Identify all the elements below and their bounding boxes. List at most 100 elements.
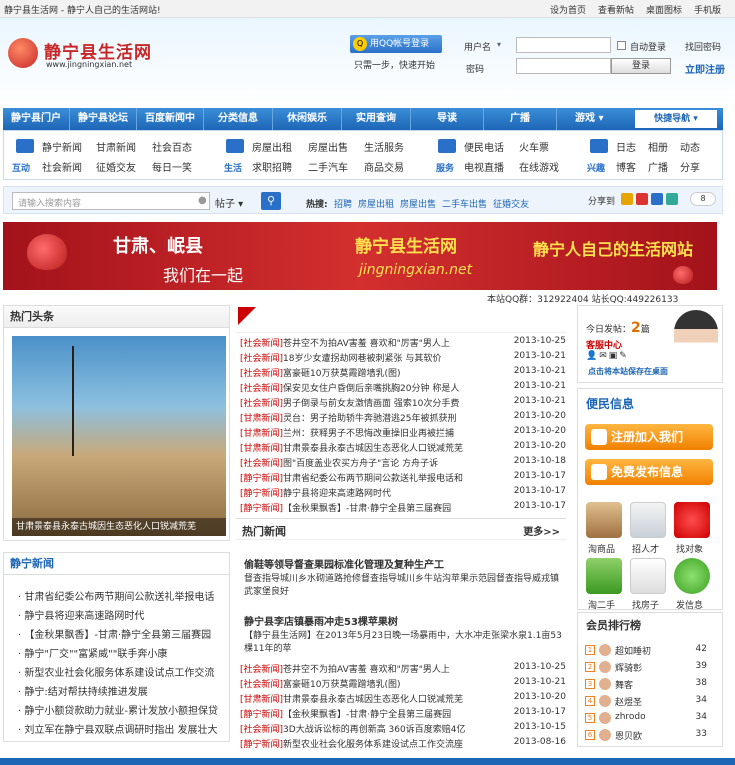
- subnav-blog[interactable]: 博客: [616, 159, 636, 174]
- tile-label[interactable]: 淘二手: [588, 598, 615, 611]
- news-title[interactable]: 富豪砸10万获莫霞蹭墙乳(图): [283, 369, 400, 379]
- avatar[interactable]: [599, 695, 611, 707]
- news-row[interactable]: [社会新闻]富豪砸10万获莫霞蹭墙乳(图) 2013-10-21: [240, 677, 566, 692]
- desktop-icon-link[interactable]: 桌面图标: [646, 3, 682, 16]
- jn-news-item[interactable]: 静宁县将迎来高速路网时代: [24, 611, 144, 622]
- hot-search-item[interactable]: 招聘: [334, 197, 352, 210]
- news-row[interactable]: [静宁新闻]【金秋果飘香】-甘肃·静宁全县第三届赛园 2013-10-17: [240, 501, 566, 516]
- house-icon[interactable]: [630, 558, 666, 594]
- subnav-games[interactable]: 在线游戏: [519, 159, 559, 174]
- avatar[interactable]: [599, 661, 611, 673]
- jn-news-item[interactable]: 刘立军在静宁县双联点调研时指出 发展壮大: [24, 725, 217, 736]
- news-row[interactable]: [社会新闻]苍井空不为拍AV害羞 喜欢和"厉害"男人上 2013-10-25: [240, 662, 566, 677]
- chevron-down-icon[interactable]: ▾: [497, 40, 501, 49]
- news-title[interactable]: 甘肃省纪委公布两节期间公款送礼举报电话和: [283, 474, 463, 484]
- share-weibo-icon[interactable]: [636, 193, 648, 205]
- nav-broadcast[interactable]: 广播: [484, 108, 557, 130]
- tile-label[interactable]: 淘商品: [588, 542, 615, 555]
- news-category-tag[interactable]: [社会新闻]: [240, 680, 283, 690]
- member-name[interactable]: 恩贝欧: [615, 729, 642, 742]
- member-name[interactable]: 赵煜圣: [615, 695, 642, 708]
- chat-bubble-icon[interactable]: [674, 558, 710, 594]
- nav-query[interactable]: 实用查询: [342, 108, 411, 130]
- news-title[interactable]: 甘肃景泰县永泰古城因生态恶化人口锐减荒芜: [283, 695, 463, 705]
- news-category-tag[interactable]: [社会新闻]: [240, 725, 283, 735]
- avatar[interactable]: [599, 678, 611, 690]
- news-category-tag[interactable]: [社会新闻]: [240, 399, 283, 409]
- tile-label[interactable]: 发信息: [676, 598, 703, 611]
- tile-label[interactable]: 找对象: [676, 542, 703, 555]
- qq-login-button[interactable]: Q 用QQ帐号登录: [350, 35, 442, 53]
- id-card-icon[interactable]: [630, 502, 666, 538]
- subnav-feed[interactable]: 动态: [680, 139, 700, 154]
- nav-classified[interactable]: 分类信息: [204, 108, 273, 130]
- basket-icon[interactable]: [586, 558, 622, 594]
- news-title[interactable]: 【金秋果飘香】-甘肃·静宁全县第三届赛园: [283, 504, 451, 514]
- nav-portal[interactable]: 静宁县门户: [3, 108, 70, 130]
- hot-article-a-title[interactable]: 偷鞋等领导督查果园标准化管理及复种生产工: [244, 556, 444, 571]
- jn-news-item[interactable]: 静宁"厂交""富紧威""联手奔小康: [24, 649, 167, 660]
- subnav-used-cars[interactable]: 二手汽车: [308, 159, 348, 174]
- register-link[interactable]: 立即注册: [685, 61, 725, 76]
- more-link[interactable]: 更多>>: [523, 523, 560, 538]
- set-homepage-link[interactable]: 设为首页: [550, 3, 586, 16]
- news-title[interactable]: 男子倒录与前女友激情画面 强索10次分手费: [283, 399, 459, 409]
- news-row[interactable]: [社会新闻]18岁少女遭拐劫网巷被刺紧张 与其软价 2013-10-21: [240, 351, 566, 366]
- jn-news-item[interactable]: 新型农业社会化服务体系建设试点工作交流: [24, 668, 214, 679]
- subnav-house-sale[interactable]: 房屋出售: [308, 139, 348, 154]
- list-item[interactable]: · 静宁县将迎来高速路网时代: [18, 607, 144, 622]
- news-category-tag[interactable]: [静宁新闻]: [240, 489, 283, 499]
- subnav-society[interactable]: 社会百态: [152, 139, 192, 154]
- list-item[interactable]: · 【金秋果飘香】-甘肃·静宁全县第三届赛园: [18, 626, 211, 641]
- news-category-tag[interactable]: [静宁新闻]: [240, 504, 283, 514]
- news-row[interactable]: [甘肃新闻]甘肃景泰县永泰古城因生态恶化人口锐减荒芜 2013-10-20: [240, 441, 566, 456]
- service-center[interactable]: 客服中心: [586, 338, 622, 351]
- save-desktop-link[interactable]: 点击将本站保存在桌面: [588, 366, 668, 377]
- list-item[interactable]: · 静宁:结对帮扶持续推进发展: [18, 683, 148, 698]
- subnav-rent[interactable]: 房屋出租: [252, 139, 292, 154]
- jn-news-item[interactable]: 静宁小额贷款助力就业-累计发放小额担保贷: [24, 706, 218, 717]
- password-input[interactable]: [516, 58, 611, 74]
- subnav-daily-joke[interactable]: 每日一笑: [152, 159, 192, 174]
- ranking-row[interactable]: 1 超如睡初 42: [585, 643, 715, 659]
- list-item[interactable]: · 新型农业社会化服务体系建设试点工作交流: [18, 664, 214, 679]
- list-item[interactable]: · 静宁"厂交""富紧威""联手奔小康: [18, 645, 167, 660]
- shopping-bag-icon[interactable]: [586, 502, 622, 538]
- nav-baidu-news[interactable]: 百度新闻中: [137, 108, 204, 130]
- hot-search-item[interactable]: 二手车出售: [442, 197, 487, 210]
- subnav-diary[interactable]: 日志: [616, 139, 636, 154]
- news-row[interactable]: [静宁新闻]甘肃省纪委公布两节期间公款送礼举报电话和 2013-10-17: [240, 471, 566, 486]
- mobile-link[interactable]: 手机版: [694, 3, 721, 16]
- news-title[interactable]: 【金秋果飘香】-甘肃·静宁全县第三届赛园: [283, 710, 451, 720]
- hot-article-b-title[interactable]: 静宁县李店镇暴雨冲走53棵苹果树: [244, 613, 398, 628]
- subnav-train[interactable]: 火车票: [519, 139, 549, 154]
- hot-search-item[interactable]: 征婚交友: [493, 197, 529, 210]
- headline-image[interactable]: 甘肃景泰县永泰古城因生态恶化人口锐减荒芜: [12, 336, 226, 536]
- hot-search-item[interactable]: 房屋出售: [400, 197, 436, 210]
- news-row[interactable]: [甘肃新闻]兰州：获释男子不思悔改重操旧业再被拦捕 2013-10-20: [240, 426, 566, 441]
- news-category-tag[interactable]: [社会新闻]: [240, 354, 283, 364]
- news-row[interactable]: [社会新闻]图"百度盖业农买方舟子"言论 方舟子诉 2013-10-18: [240, 456, 566, 471]
- avatar[interactable]: [599, 712, 611, 724]
- nav-forum[interactable]: 静宁县论坛: [70, 108, 137, 130]
- news-category-tag[interactable]: [社会新闻]: [240, 339, 283, 349]
- login-button[interactable]: 登录: [611, 58, 671, 74]
- news-category-tag[interactable]: [甘肃新闻]: [240, 429, 283, 439]
- member-name[interactable]: 超如睡初: [615, 644, 651, 657]
- news-row[interactable]: [社会新闻]富豪砸10万获莫霞蹭墙乳(图) 2013-10-21: [240, 366, 566, 381]
- share-baidu-icon[interactable]: [651, 193, 663, 205]
- news-category-tag[interactable]: [静宁新闻]: [240, 474, 283, 484]
- news-title[interactable]: 苍井空不为拍AV害羞 喜欢和"厉害"男人上: [283, 339, 450, 349]
- list-item[interactable]: · 甘肃省纪委公布两节期间公款送礼举报电话: [18, 588, 214, 603]
- headline-caption[interactable]: 甘肃景泰县永泰古城因生态恶化人口锐减荒芜: [12, 518, 226, 536]
- member-name[interactable]: zhrodo: [615, 712, 646, 722]
- news-title[interactable]: 甘肃景泰县永泰古城因生态恶化人口锐减荒芜: [283, 444, 463, 454]
- tile-label[interactable]: 找房子: [632, 598, 659, 611]
- banner[interactable]: 甘肃、岷县 我们在一起 静宁县生活网 jingningxian.net 静宁人自…: [3, 222, 717, 290]
- subnav-share[interactable]: 分享: [680, 159, 700, 174]
- news-row[interactable]: [社会新闻]保安见女住户昏倒后亲嘴挑胸20分钟 称是人 2013-10-21: [240, 381, 566, 396]
- jn-news-item[interactable]: 甘肃省纪委公布两节期间公款送礼举报电话: [24, 592, 214, 603]
- ranking-row[interactable]: 5 zhrodo 34: [585, 711, 715, 727]
- subnav-phone[interactable]: 便民电话: [464, 139, 504, 154]
- subnav-jobs[interactable]: 求职招聘: [252, 159, 292, 174]
